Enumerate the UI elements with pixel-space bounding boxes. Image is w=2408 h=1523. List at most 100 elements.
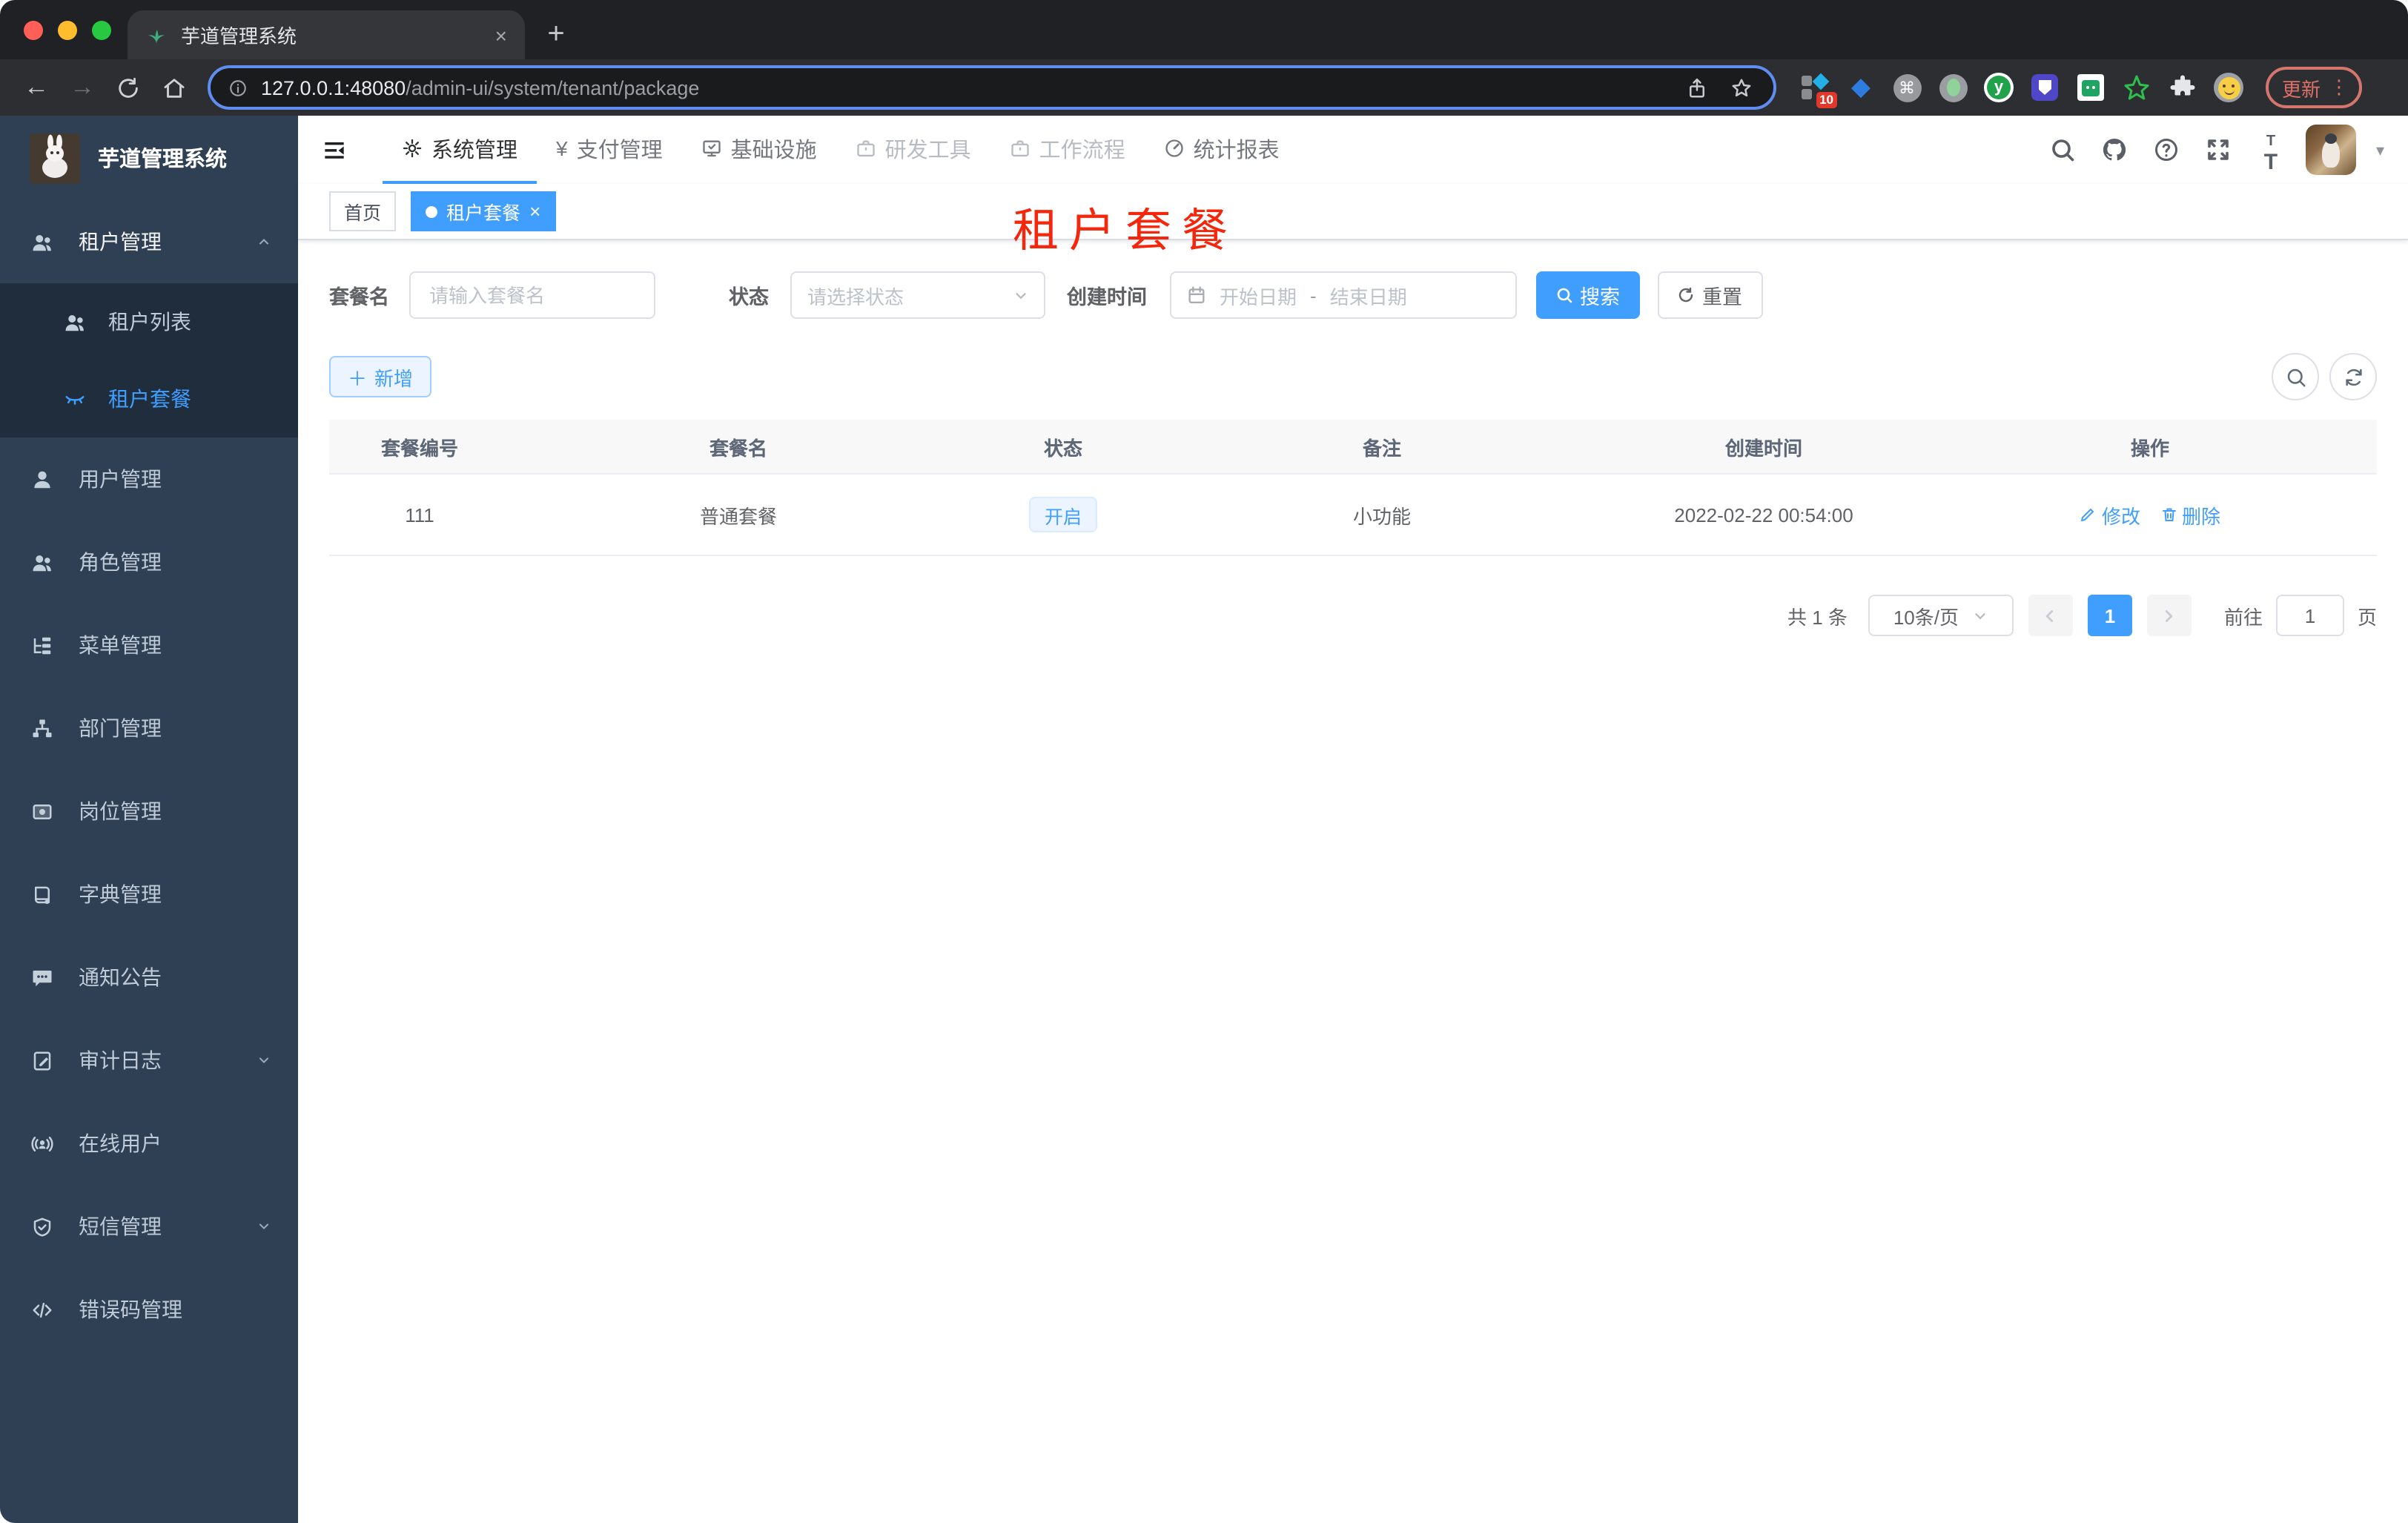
page-number-button[interactable]: 1	[2087, 595, 2132, 636]
avatar-caret-icon[interactable]: ▾	[2376, 140, 2384, 159]
sidebar-item-label: 短信管理	[79, 1215, 162, 1238]
bookmark-star-icon[interactable]	[1730, 76, 1753, 99]
top-menu-system[interactable]: 系统管理	[383, 116, 537, 184]
search-button[interactable]: 搜索	[1535, 271, 1639, 319]
tab-close-icon[interactable]: ×	[495, 23, 507, 47]
close-window-button[interactable]	[24, 21, 43, 40]
rabbit-logo-image	[30, 133, 80, 183]
extension-gem-icon[interactable]: ◆	[1846, 73, 1876, 102]
sidebar-item-notice[interactable]: 通知公告	[0, 936, 298, 1019]
sidebar-item-tenant-list[interactable]: 租户列表	[0, 283, 298, 360]
goto-page-input[interactable]	[2275, 595, 2344, 636]
add-button[interactable]: ＋ 新增	[329, 356, 431, 397]
reset-button[interactable]: 重置	[1657, 271, 1762, 319]
dict-icon	[30, 883, 55, 905]
top-menu-dev-tools[interactable]: 研发工具	[836, 116, 990, 184]
tag-tenant-package[interactable]: 租户套餐 ×	[411, 191, 556, 231]
pagination-total: 共 1 条	[1787, 606, 1848, 628]
extension-grid-sync-icon[interactable]: 10	[1800, 73, 1837, 108]
cell-package-name: 普通套餐	[699, 505, 777, 527]
status-select[interactable]: 请选择状态	[790, 271, 1045, 319]
page-size-value: 10条/页	[1893, 606, 1959, 628]
extension-y-icon[interactable]: y	[1984, 73, 2014, 102]
refresh-table-button[interactable]	[2329, 353, 2377, 400]
active-tag-dot	[426, 205, 438, 217]
tag-close-icon[interactable]: ×	[529, 200, 540, 222]
url-path: /admin-ui/system/tenant/package	[406, 76, 700, 99]
top-menu-reports[interactable]: 统计报表	[1145, 116, 1299, 184]
top-menu-workflow[interactable]: 工作流程	[990, 116, 1145, 184]
share-icon[interactable]	[1686, 76, 1708, 99]
chevron-down-icon	[257, 1219, 271, 1234]
fullscreen-icon[interactable]	[2203, 133, 2235, 166]
column-header: 创建时间	[1724, 437, 1802, 459]
delete-link[interactable]: 删除	[2160, 500, 2220, 529]
sidebar-item-error-code[interactable]: 错误码管理	[0, 1268, 298, 1351]
next-page-button[interactable]	[2146, 595, 2192, 636]
url-text: 127.0.0.1:48080/admin-ui/system/tenant/p…	[261, 76, 1673, 99]
top-menu: 系统管理 ¥ 支付管理 基础设施 研发工具 工作流程 统计报表	[383, 116, 1299, 184]
top-menu-label: 基础设施	[730, 139, 817, 162]
sidebar-item-audit-log[interactable]: 审计日志	[0, 1019, 298, 1102]
tag-label: 首页	[344, 203, 382, 224]
minimize-window-button[interactable]	[58, 21, 77, 40]
goto-label: 前往	[2223, 606, 2263, 628]
sidebar-item-online-users[interactable]: 在线用户	[0, 1102, 298, 1185]
date-separator: -	[1310, 284, 1317, 306]
trash-icon	[2160, 506, 2177, 523]
briefcase-icon	[1010, 138, 1031, 159]
top-menu-payment[interactable]: ¥ 支付管理	[537, 116, 682, 184]
show-search-toggle-button[interactable]	[2272, 353, 2319, 400]
collapse-sidebar-icon[interactable]	[298, 136, 362, 164]
top-menu-infrastructure[interactable]: 基础设施	[682, 116, 836, 184]
github-icon[interactable]	[2099, 133, 2131, 166]
new-tab-button[interactable]: +	[534, 12, 578, 56]
sidebar-item-user-management[interactable]: 用户管理	[0, 437, 298, 521]
browser-update-button[interactable]: 更新 ⋮	[2266, 67, 2363, 108]
sidebar-item-menu-management[interactable]: 菜单管理	[0, 604, 298, 687]
table-header-row: 套餐编号 套餐名 状态 备注 创建时间 操作	[329, 420, 2377, 475]
home-icon[interactable]	[153, 66, 196, 109]
package-name-input[interactable]	[426, 283, 637, 308]
extension-command-icon[interactable]: ⌘	[1892, 73, 1922, 102]
sidebar-item-dept-management[interactable]: 部门管理	[0, 687, 298, 770]
extension-green-dot-icon[interactable]	[1938, 73, 1968, 102]
user-avatar[interactable]	[2306, 125, 2357, 175]
extensions-puzzle-icon[interactable]	[2168, 73, 2197, 102]
reload-icon[interactable]	[107, 66, 150, 109]
browser-menu-icon[interactable]: ⋮	[2329, 76, 2349, 99]
extension-star-icon[interactable]	[2122, 73, 2151, 102]
tag-home[interactable]: 首页	[329, 191, 397, 231]
page-content: 套餐名 状态 请选择状态 创建时间	[298, 240, 2408, 1523]
date-range-picker[interactable]: 开始日期 - 结束日期	[1169, 271, 1516, 319]
extension-chat-icon[interactable]	[2076, 73, 2106, 102]
site-info-icon[interactable]	[228, 78, 248, 97]
sidebar-item-post-management[interactable]: 岗位管理	[0, 770, 298, 853]
zoom-window-button[interactable]	[92, 21, 111, 40]
search-icon[interactable]	[2047, 133, 2080, 166]
prev-page-button[interactable]	[2028, 595, 2073, 636]
sidebar-item-tenant-management[interactable]: 租户管理	[0, 200, 298, 283]
font-size-icon[interactable]: TT	[2255, 133, 2287, 175]
sidebar-item-label: 审计日志	[79, 1048, 162, 1072]
eye-close-icon	[62, 388, 87, 410]
sidebar-item-sms-management[interactable]: 短信管理	[0, 1185, 298, 1268]
extension-shield-icon[interactable]	[2030, 73, 2060, 102]
edit-link[interactable]: 修改	[2080, 500, 2140, 529]
back-icon[interactable]: ←	[15, 66, 58, 109]
help-icon[interactable]	[2151, 133, 2183, 166]
sidebar-item-label: 字典管理	[79, 882, 162, 906]
address-bar[interactable]: 127.0.0.1:48080/admin-ui/system/tenant/p…	[208, 65, 1776, 110]
page-size-select[interactable]: 10条/页	[1868, 595, 2014, 636]
browser-profile-avatar[interactable]	[2214, 73, 2243, 102]
sidebar-item-tenant-package[interactable]: 租户套餐	[0, 360, 298, 437]
sidebar-item-role-management[interactable]: 角色管理	[0, 521, 298, 604]
sidebar-item-dict-management[interactable]: 字典管理	[0, 853, 298, 936]
post-icon	[30, 800, 55, 822]
sidebar-item-label: 通知公告	[79, 965, 162, 989]
browser-window: 芋道管理系统 × + ← → 127.0.0.1:48080/admin-ui/…	[0, 0, 2408, 1523]
forward-icon[interactable]: →	[61, 66, 104, 109]
column-header: 套餐编号	[380, 437, 458, 459]
browser-tab[interactable]: 芋道管理系统 ×	[128, 10, 525, 59]
yen-icon: ¥	[556, 136, 568, 160]
